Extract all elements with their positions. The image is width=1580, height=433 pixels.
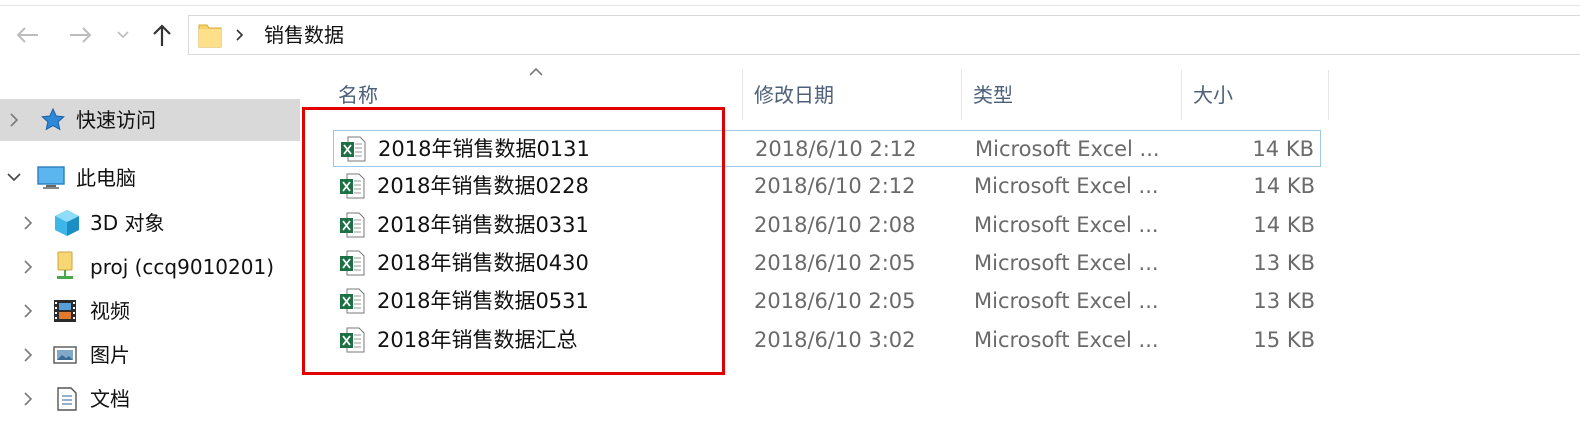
nav-item-pictures[interactable]: 图片: [0, 334, 300, 376]
nav-item-label: 3D 对象: [90, 211, 165, 235]
nav-item-network-drive[interactable]: proj (ccq9010201): [0, 246, 300, 288]
window-top-edge: [0, 0, 1580, 6]
nav-item-label: 图片: [90, 343, 130, 367]
star-icon: [41, 107, 65, 131]
nav-item-quick-access[interactable]: 快速访问: [0, 99, 300, 141]
chevron-right-icon[interactable]: [22, 390, 34, 408]
column-header-label: 名称: [338, 83, 378, 107]
file-size: 15 KB: [1253, 328, 1315, 352]
file-type: Microsoft Excel ...: [974, 289, 1159, 313]
chevron-right-icon[interactable]: [22, 346, 34, 364]
breadcrumb-chevron-icon: [236, 29, 244, 41]
nav-item-this-pc[interactable]: 此电脑: [0, 157, 300, 199]
column-header-label: 类型: [973, 83, 1013, 107]
nav-item-label: 快速访问: [76, 108, 156, 132]
column-header-date[interactable]: 修改日期: [743, 70, 961, 120]
computer-icon: [37, 166, 65, 189]
file-date: 2018/6/10 2:05: [754, 289, 916, 313]
up-button[interactable]: [145, 18, 179, 52]
chevron-right-icon[interactable]: [22, 214, 34, 232]
file-type: Microsoft Excel ...: [974, 174, 1159, 198]
nav-item-label: 此电脑: [76, 166, 136, 190]
column-header-size[interactable]: 大小: [1182, 70, 1328, 120]
folder-icon: [198, 24, 222, 48]
chevron-right-icon[interactable]: [22, 302, 34, 320]
address-bar[interactable]: 销售数据: [188, 15, 1580, 55]
nav-item-videos[interactable]: 视频: [0, 290, 300, 332]
chevron-right-icon[interactable]: [8, 111, 20, 129]
navigation-pane: 快速访问 此电脑 3D 对象 proj (ccq9010201) 视频 图片 文…: [0, 62, 300, 433]
file-date: 2018/6/10 2:12: [754, 174, 916, 198]
column-header-label: 修改日期: [754, 83, 834, 107]
document-icon: [57, 387, 77, 411]
nav-item-label: 文档: [90, 387, 130, 411]
chevron-down-icon: [117, 31, 129, 39]
chevron-right-icon[interactable]: [22, 258, 34, 276]
file-date: 2018/6/10 2:05: [754, 251, 916, 275]
file-type: Microsoft Excel ...: [974, 328, 1159, 352]
picture-icon: [53, 346, 77, 364]
nav-item-label: 视频: [90, 299, 130, 323]
forward-arrow-icon: [70, 27, 92, 43]
nav-item-label: proj (ccq9010201): [90, 255, 274, 279]
file-date: 2018/6/10 2:12: [755, 137, 917, 161]
column-header-type[interactable]: 类型: [962, 70, 1181, 120]
breadcrumb-current[interactable]: 销售数据: [264, 23, 344, 47]
file-size: 14 KB: [1253, 174, 1315, 198]
column-divider[interactable]: [1328, 70, 1329, 120]
file-size: 13 KB: [1253, 251, 1315, 275]
file-size: 13 KB: [1253, 289, 1315, 313]
file-size: 14 KB: [1252, 137, 1314, 161]
nav-item-documents[interactable]: 文档: [0, 378, 300, 420]
highlight-annotation-box: [302, 107, 725, 375]
file-size: 14 KB: [1253, 213, 1315, 237]
file-date: 2018/6/10 2:08: [754, 213, 916, 237]
back-button[interactable]: [10, 18, 44, 52]
film-icon: [54, 300, 76, 322]
up-arrow-icon: [153, 24, 171, 46]
file-type: Microsoft Excel ...: [974, 251, 1159, 275]
network-drive-icon: [57, 251, 73, 279]
chevron-down-icon[interactable]: [5, 171, 23, 183]
forward-button[interactable]: [64, 18, 98, 52]
file-date: 2018/6/10 3:02: [754, 328, 916, 352]
file-type: Microsoft Excel ...: [974, 213, 1159, 237]
nav-item-3d-objects[interactable]: 3D 对象: [0, 202, 300, 244]
cube-3d-icon: [55, 210, 79, 236]
recent-locations-button[interactable]: [110, 18, 136, 52]
file-type: Microsoft Excel ...: [975, 137, 1160, 161]
column-header-label: 大小: [1193, 83, 1233, 107]
back-arrow-icon: [16, 27, 38, 43]
